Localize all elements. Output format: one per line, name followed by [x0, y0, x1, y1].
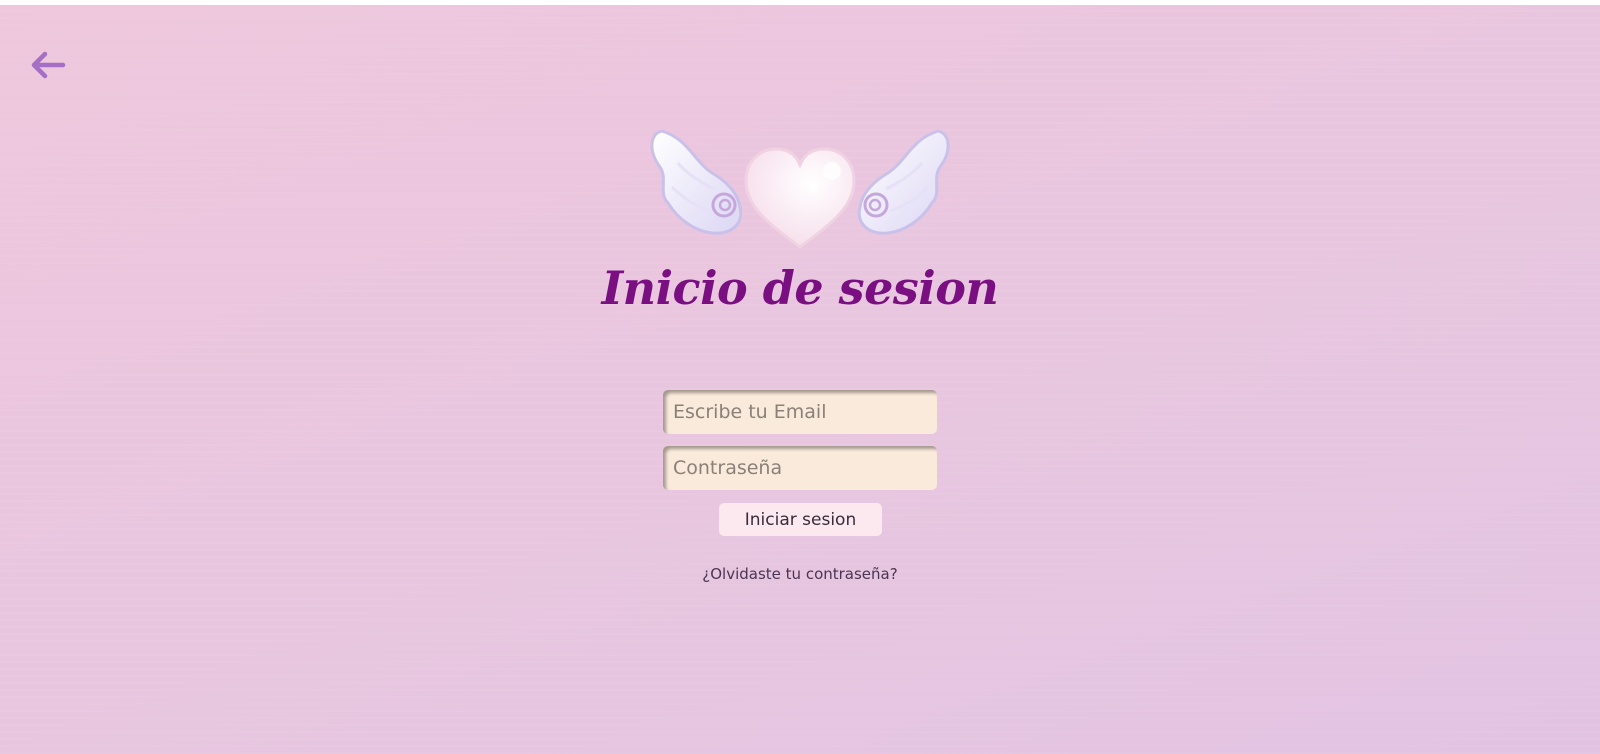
password-field[interactable]	[663, 446, 937, 490]
email-field[interactable]	[663, 390, 937, 434]
back-button[interactable]	[26, 47, 70, 83]
winged-heart-icon	[650, 129, 950, 249]
login-page: Inicio de sesion Iniciar sesion ¿Olvidas…	[0, 5, 1600, 754]
login-button[interactable]: Iniciar sesion	[719, 503, 882, 536]
arrow-left-icon	[31, 51, 66, 79]
page-title: Inicio de sesion	[601, 261, 999, 315]
forgot-password-link[interactable]: ¿Olvidaste tu contraseña?	[0, 565, 1600, 583]
